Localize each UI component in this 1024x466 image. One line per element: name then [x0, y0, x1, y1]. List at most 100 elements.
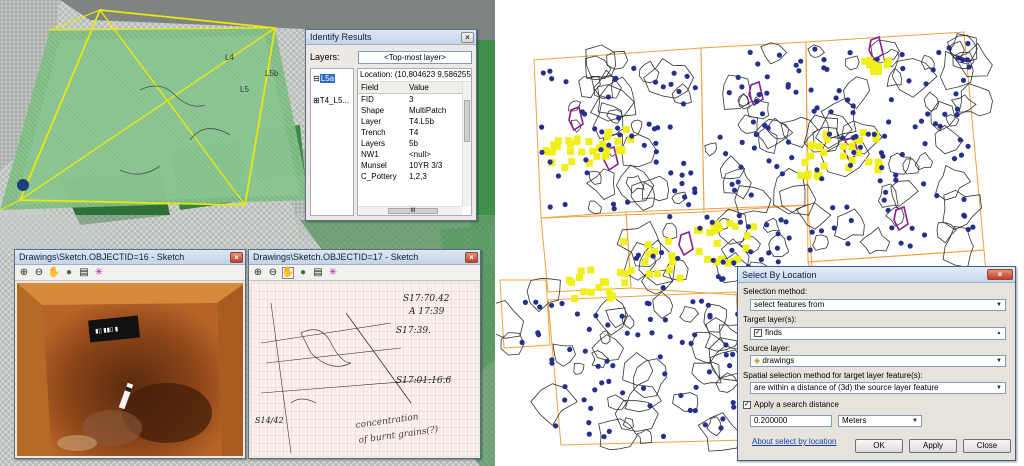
drawing-outline	[859, 226, 891, 255]
find-point	[793, 62, 799, 68]
table-row[interactable]: Layer T4.L5b	[358, 116, 471, 127]
properties-icon[interactable]: ▤	[78, 267, 90, 279]
find-point	[925, 111, 931, 117]
find-point	[629, 133, 635, 139]
search-distance-checkbox[interactable]: ✓	[743, 400, 751, 409]
selected-find-marker	[669, 258, 677, 266]
select-by-location-dialog[interactable]: Select By Location × Selection method: s…	[737, 266, 1016, 461]
zoom-out-icon[interactable]: ⊖	[267, 267, 279, 279]
selected-find-marker	[561, 164, 569, 171]
tree-item[interactable]: ⊟L5a	[313, 73, 351, 85]
table-row[interactable]: C_Pottery 1,2,3	[358, 171, 471, 182]
identify-results-window[interactable]: Identify Results × Layers: <Top-most lay…	[305, 29, 477, 221]
pan-hand-icon[interactable]: ✋	[48, 267, 60, 279]
find-point	[723, 342, 729, 348]
selected-find-marker	[571, 295, 579, 302]
drawing-outline	[641, 175, 669, 202]
target-layers-list[interactable]: ✓ finds ▲	[750, 327, 1006, 340]
globe-icon[interactable]: ●	[63, 267, 75, 279]
zoom-in-icon[interactable]: ⊕	[252, 267, 264, 279]
search-distance-row[interactable]: ✓ Apply a search distance	[743, 400, 839, 409]
identify-close-icon[interactable]: ×	[461, 31, 474, 43]
zoom-in-icon[interactable]: ⊕	[18, 267, 30, 279]
find-point	[693, 384, 699, 390]
identify-tree[interactable]: ⊟L5a ⊞T4_L5...	[310, 68, 354, 216]
selected-find-marker	[801, 158, 809, 166]
identify-horizontal-scrollbar[interactable]: III	[358, 206, 462, 215]
sbl-close-icon[interactable]: ×	[987, 269, 1013, 280]
sparkle-icon[interactable]: ✳	[93, 267, 105, 279]
find-point	[789, 155, 795, 161]
find-point	[646, 121, 652, 127]
table-row[interactable]: Shape MultiPatch	[358, 105, 471, 116]
find-point	[756, 92, 762, 98]
find-point	[718, 425, 724, 431]
table-row[interactable]: Layers 5b	[358, 138, 471, 149]
layers-select[interactable]: <Top-most layer>	[358, 50, 472, 64]
sketch-window-17[interactable]: Drawings\Sketch.OBJECTID=17 - Sketch × ⊕…	[248, 249, 481, 459]
source-layer-select[interactable]: ◈ drawings ▼	[750, 355, 1006, 367]
sketch16-titlebar[interactable]: Drawings\Sketch.OBJECTID=16 - Sketch ×	[15, 250, 245, 265]
drawing-outline	[923, 91, 940, 112]
finds-checkbox[interactable]: ✓	[754, 328, 762, 337]
find-point	[649, 330, 655, 336]
find-point	[555, 173, 561, 179]
find-point	[653, 149, 659, 155]
spatial-method-select[interactable]: are within a distance of (3d) the source…	[750, 382, 1006, 394]
find-point	[682, 194, 688, 200]
selected-find-marker	[627, 266, 635, 274]
sparkle-icon[interactable]: ✳	[327, 267, 339, 279]
selected-find-marker	[750, 223, 757, 231]
table-row[interactable]: FID 3	[358, 94, 471, 105]
find-point	[595, 363, 601, 369]
field-cell: Trench	[361, 128, 386, 137]
field-cell: Layers	[361, 139, 386, 148]
identify-attributes-grid[interactable]: Location: (10,804623 9,586255) Field Val…	[357, 68, 472, 216]
find-point	[730, 400, 736, 406]
column-header-field[interactable]: Field	[358, 82, 406, 93]
find-point	[970, 224, 976, 230]
unit-select[interactable]: Meters ▼	[838, 415, 922, 427]
close-button[interactable]: Close	[963, 439, 1011, 453]
ok-button[interactable]: OK	[855, 439, 903, 453]
globe-icon[interactable]: ●	[297, 267, 309, 279]
find-point	[874, 56, 880, 62]
properties-icon[interactable]: ▤	[312, 267, 324, 279]
find-point	[719, 276, 725, 282]
sbl-titlebar[interactable]: Select By Location ×	[738, 267, 1015, 283]
pan-hand-icon[interactable]: ✋	[282, 266, 294, 279]
scene-3d-view[interactable]: L4 L5 L5b Identify Results × Layers: <To…	[0, 0, 495, 466]
find-point	[667, 214, 673, 220]
tree-item[interactable]: ⊞T4_L5...	[313, 95, 351, 107]
find-point	[660, 285, 666, 291]
zoom-out-icon[interactable]: ⊖	[33, 267, 45, 279]
apply-button[interactable]: Apply	[909, 439, 957, 453]
selection-method-select[interactable]: select features from ▼	[750, 299, 1006, 311]
about-select-link[interactable]: About select by location	[752, 437, 837, 446]
identify-vertical-scrollbar[interactable]	[462, 82, 471, 206]
selected-find-marker	[665, 266, 673, 274]
table-row[interactable]: Munsel 10YR 3/3	[358, 160, 471, 171]
find-point	[687, 407, 693, 413]
find-point	[647, 316, 653, 322]
find-point	[758, 257, 764, 263]
drawing-outline	[622, 417, 634, 430]
table-row[interactable]: NW1 <null>	[358, 149, 471, 160]
selected-find-marker	[704, 255, 712, 263]
find-point	[676, 88, 682, 95]
sketch16-toolbar: ⊕ ⊖ ✋ ● ▤ ✳	[15, 265, 245, 281]
sketch17-close-icon[interactable]: ×	[465, 251, 478, 263]
find-point	[811, 108, 817, 114]
table-row[interactable]: Trench T4	[358, 127, 471, 138]
sketch16-close-icon[interactable]: ×	[230, 251, 243, 263]
sketch-window-16[interactable]: Drawings\Sketch.OBJECTID=16 - Sketch × ⊕…	[14, 249, 246, 459]
find-point	[882, 133, 888, 139]
sketch17-titlebar[interactable]: Drawings\Sketch.OBJECTID=17 - Sketch ×	[249, 250, 480, 265]
find-point	[826, 131, 833, 137]
sketch16-title: Drawings\Sketch.OBJECTID=16 - Sketch	[19, 252, 185, 262]
distance-input[interactable]: 0.200000	[750, 415, 832, 427]
grid-header: Field Value	[358, 82, 471, 94]
find-point	[616, 115, 622, 121]
find-point	[598, 147, 604, 153]
identify-titlebar[interactable]: Identify Results ×	[306, 30, 476, 45]
